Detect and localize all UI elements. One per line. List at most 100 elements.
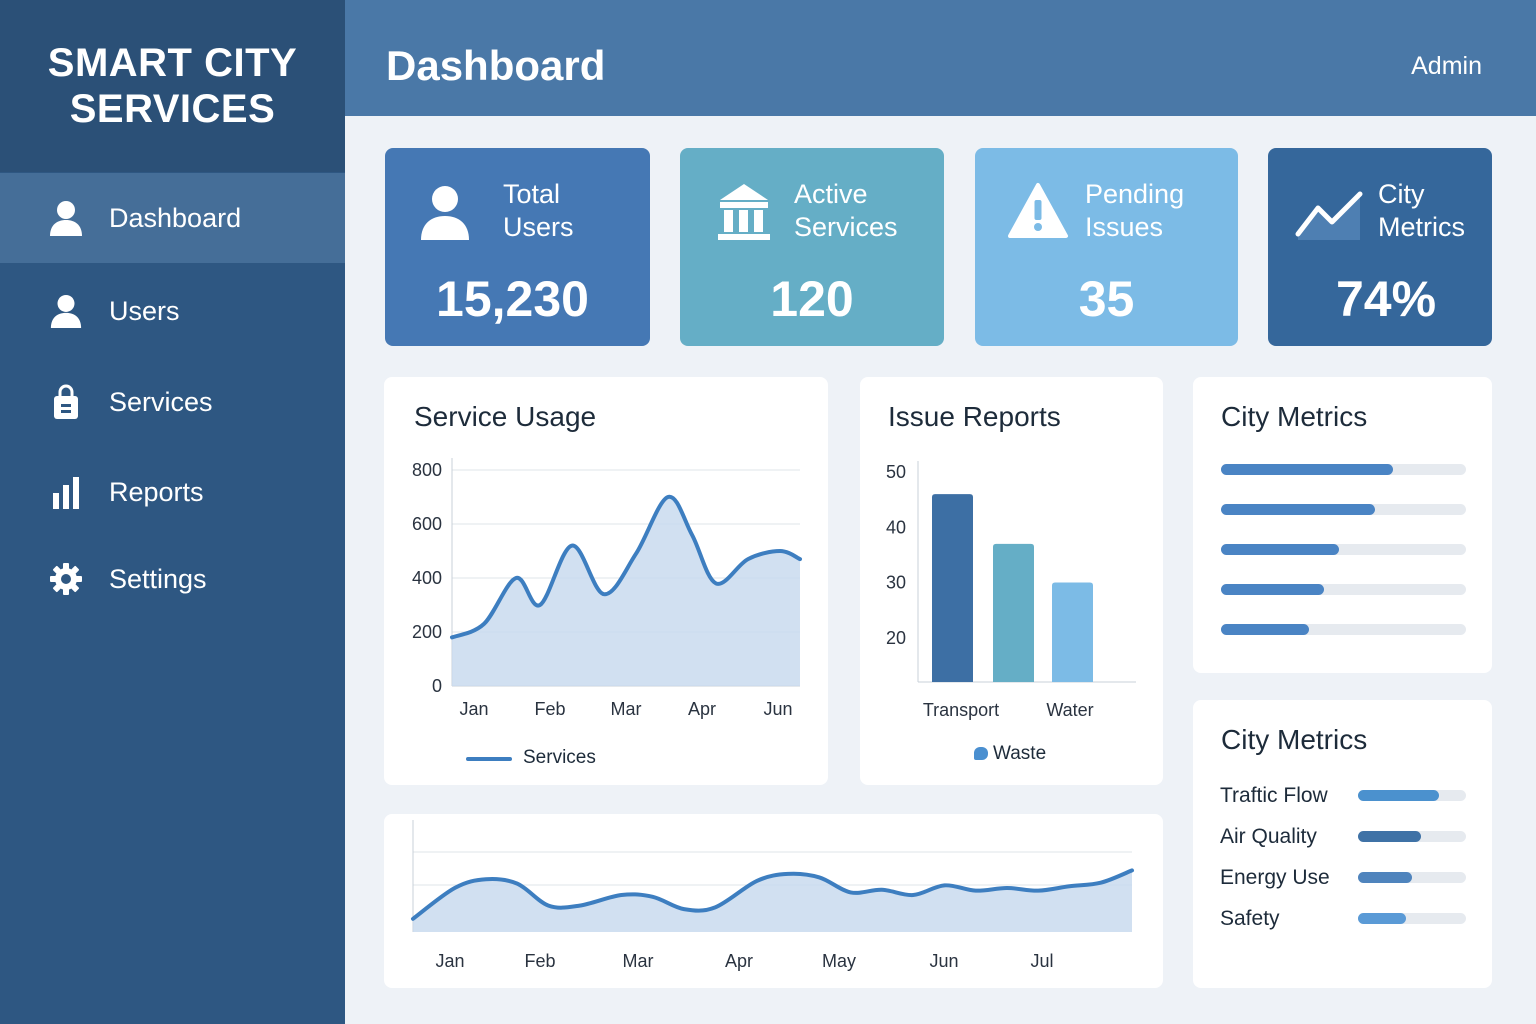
stat-card-pending-issues[interactable]: Pending Issues 35 xyxy=(975,148,1238,346)
metric-track xyxy=(1358,872,1466,883)
x-tick-label: Jun xyxy=(929,951,958,971)
panel-title: City Metrics xyxy=(1221,724,1368,755)
x-tick-label: Jul xyxy=(1030,951,1053,971)
brand-title: SMART CITY SERVICES xyxy=(47,41,298,131)
top-header: Dashboard Admin xyxy=(345,0,1536,116)
trend-icon xyxy=(1294,188,1363,252)
stat-value: 74% xyxy=(1335,271,1437,327)
warning-icon xyxy=(1007,182,1071,246)
x-tick-label: Mar xyxy=(611,699,642,719)
legend-line-icon xyxy=(466,757,512,761)
sidebar-item-label: Reports xyxy=(109,476,204,507)
metric-fill xyxy=(1221,464,1393,475)
y-tick-label: 0 xyxy=(432,676,442,696)
y-tick-label: 400 xyxy=(412,568,442,588)
brand: SMART CITY SERVICES xyxy=(0,0,345,172)
x-tick-label: Feb xyxy=(524,951,555,971)
metric-name: Traftic Flow xyxy=(1220,784,1328,807)
bar xyxy=(932,494,973,682)
legend-label: Services xyxy=(523,747,596,768)
y-tick-label: 40 xyxy=(886,517,906,537)
metric-fill xyxy=(1358,831,1421,842)
y-tick-label: 20 xyxy=(886,628,906,648)
stat-label-line2: Metrics xyxy=(1378,212,1465,242)
stat-label-line1: Active xyxy=(794,179,868,209)
x-tick-label: Water xyxy=(1046,700,1093,720)
y-tick-label: 50 xyxy=(886,462,906,482)
sidebar-item-reports[interactable]: Reports xyxy=(0,447,345,537)
gear-icon xyxy=(46,559,86,599)
metric-fill xyxy=(1221,584,1324,595)
sidebar-item-services[interactable]: Services xyxy=(0,357,345,447)
x-tick-label: Transport xyxy=(923,700,999,720)
metric-name: Safety xyxy=(1220,907,1280,930)
stat-label-line1: Total xyxy=(503,179,561,209)
trend-panel: Jan Feb Mar Apr May Jun Jul xyxy=(384,814,1163,988)
metric-track xyxy=(1221,584,1466,595)
metric-track xyxy=(1221,504,1466,515)
metric-track xyxy=(1358,790,1466,801)
stat-card-active-services[interactable]: Active Services 120 xyxy=(680,148,944,346)
x-tick-label: Apr xyxy=(725,951,753,971)
user-menu[interactable]: Admin xyxy=(1411,52,1482,81)
y-tick-label: 800 xyxy=(412,460,442,480)
metric-name: Energy Use xyxy=(1220,866,1330,889)
panel-title: City Metrics xyxy=(1221,401,1368,432)
trend-chart: Jan Feb Mar Apr May Jun Jul xyxy=(411,820,1134,971)
y-tick-label: 200 xyxy=(412,622,442,642)
x-tick-label: May xyxy=(822,951,856,971)
city-metrics-bars-panel: City Metrics xyxy=(1193,377,1492,673)
bar xyxy=(993,543,1034,682)
sidebar-item-dashboard[interactable]: Dashboard xyxy=(0,173,345,263)
lock-bag-icon xyxy=(46,382,86,422)
legend-swatch-icon xyxy=(974,747,988,760)
stat-card-city-metrics[interactable]: City Metrics 74% xyxy=(1268,148,1492,346)
sidebar-item-label: Services xyxy=(109,386,213,417)
stat-label-line2: Issues xyxy=(1085,212,1164,242)
metric-track xyxy=(1358,913,1466,924)
bar-chart-icon xyxy=(46,472,86,512)
stat-value: 35 xyxy=(1078,271,1135,327)
stat-card-total-users[interactable]: Total Users 15,230 xyxy=(385,148,650,346)
stat-label-line2: Users xyxy=(503,212,574,242)
issue-reports-panel: Issue Reports 20 30 40 50 Transport Water Was… xyxy=(860,377,1163,785)
metric-fill xyxy=(1358,913,1406,924)
x-tick-label: Jan xyxy=(459,699,488,719)
metric-fill xyxy=(1358,790,1439,801)
issue-reports-chart: 20 30 40 50 Transport Water xyxy=(886,461,1136,720)
x-tick-label: Jun xyxy=(763,699,792,719)
x-tick-label: Apr xyxy=(688,699,716,719)
stat-label-line1: City xyxy=(1378,179,1425,209)
y-tick-label: 600 xyxy=(412,514,442,534)
sidebar: SMART CITY SERVICES Dashboard Users Serv… xyxy=(0,0,345,1024)
stat-value: 120 xyxy=(770,271,854,327)
stat-label-line2: Services xyxy=(794,212,898,242)
sidebar-item-users[interactable]: Users xyxy=(0,266,345,356)
x-tick-label: Jan xyxy=(435,951,464,971)
user-icon xyxy=(417,182,481,246)
bar xyxy=(1052,582,1093,682)
series-area xyxy=(413,870,1132,932)
user-icon xyxy=(46,198,86,238)
x-tick-label: Feb xyxy=(534,699,565,719)
metric-fill xyxy=(1221,624,1310,635)
metric-name: Air Quality xyxy=(1220,825,1317,848)
sidebar-item-settings[interactable]: Settings xyxy=(0,534,345,624)
service-usage-chart: 0 200 400 600 800 Jan Feb Mar Apr Jun xyxy=(412,458,802,719)
service-usage-panel: Service Usage 0 200 400 600 800 Jan Feb Mar Apr J… xyxy=(384,377,828,785)
sidebar-item-label: Dashboard xyxy=(109,202,242,233)
sidebar-item-label: Settings xyxy=(109,563,207,594)
metric-track xyxy=(1221,624,1466,635)
user-icon xyxy=(46,291,86,331)
page-title: Dashboard xyxy=(386,42,606,89)
stat-value: 15,230 xyxy=(436,271,589,327)
city-metrics-list-panel: City Metrics Traftic Flow Air Quality Ener… xyxy=(1193,700,1492,988)
metric-fill xyxy=(1221,504,1376,515)
metric-track xyxy=(1221,544,1466,555)
metric-fill xyxy=(1358,872,1412,883)
metric-track xyxy=(1358,831,1466,842)
metric-track xyxy=(1221,464,1466,475)
building-icon xyxy=(716,182,780,246)
legend-label: Waste xyxy=(993,743,1047,764)
sidebar-item-label: Users xyxy=(109,295,180,326)
